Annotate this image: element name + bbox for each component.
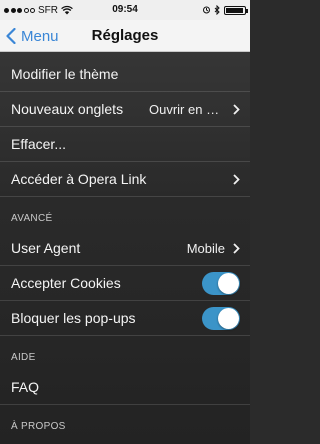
status-time: 09:54	[112, 4, 138, 15]
screen: SFR 09:54 Menu Réglages Modifier le thèm…	[0, 0, 250, 444]
row-label: Effacer...	[11, 136, 66, 152]
faq-row[interactable]: FAQ	[0, 370, 250, 405]
section-header-about: À PROPOS	[11, 421, 66, 432]
toggle-knob	[218, 307, 239, 329]
row-label: Accéder à Opera Link	[11, 171, 147, 187]
row-label: Accepter Cookies	[11, 275, 121, 291]
user-agent-row[interactable]: User Agent Mobile	[0, 231, 250, 266]
row-label: Nouveaux onglets	[11, 101, 124, 117]
section-header-advanced: AVANCÉ	[11, 213, 53, 224]
chevron-right-icon	[233, 103, 240, 115]
chevron-right-icon	[233, 173, 240, 185]
block-popups-toggle[interactable]	[202, 306, 240, 330]
accept-cookies-row: Accepter Cookies	[0, 266, 250, 301]
row-label: Modifier le thème	[11, 66, 119, 82]
page-title: Réglages	[91, 27, 159, 44]
battery-icon	[224, 5, 248, 15]
clear-data-row[interactable]: Effacer...	[0, 127, 250, 162]
section-header-help: AIDE	[11, 352, 36, 363]
settings-list: Modifier le thème Nouveaux onglets Ouvri…	[0, 57, 250, 439]
row-label: Bloquer les pop-ups	[11, 310, 136, 326]
modify-theme-row[interactable]: Modifier le thème	[0, 57, 250, 92]
row-label: FAQ	[11, 379, 40, 395]
new-tabs-value: Ouvrir en arrière-plan	[149, 101, 225, 117]
new-tabs-row[interactable]: Nouveaux onglets Ouvrir en arrière-plan	[0, 92, 250, 127]
toggle-knob	[218, 272, 239, 294]
chevron-right-icon	[233, 242, 240, 254]
opera-link-row[interactable]: Accéder à Opera Link	[0, 162, 250, 197]
block-popups-row: Bloquer les pop-ups	[0, 301, 250, 336]
accept-cookies-toggle[interactable]	[202, 271, 240, 295]
navigation-bar: Menu Réglages	[0, 20, 250, 52]
row-label: User Agent	[11, 240, 81, 256]
user-agent-value: Mobile	[186, 240, 225, 256]
status-bar: SFR 09:54	[0, 0, 250, 20]
